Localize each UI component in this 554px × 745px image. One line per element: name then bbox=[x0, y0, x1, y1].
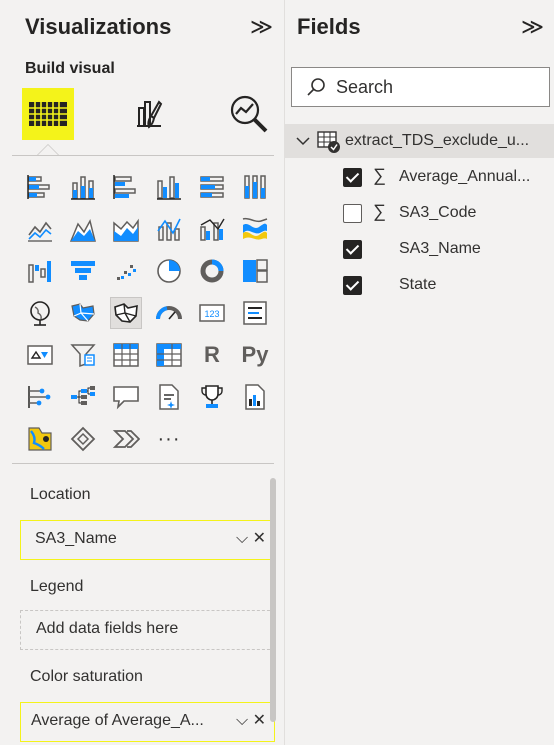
r-label: R bbox=[204, 342, 220, 367]
gauge-icon[interactable] bbox=[154, 298, 184, 328]
field-label: State bbox=[399, 276, 437, 293]
key-influencers-icon[interactable] bbox=[25, 382, 55, 412]
treemap-icon[interactable] bbox=[240, 256, 270, 286]
python-visual-icon[interactable]: Py bbox=[240, 340, 270, 370]
pie-chart-icon[interactable] bbox=[154, 256, 184, 286]
field-label: SA3_Name bbox=[399, 240, 481, 257]
field-item-sa3-name[interactable]: SA3_Name bbox=[285, 233, 554, 267]
map-globe-icon[interactable] bbox=[25, 298, 55, 328]
analytics-tab[interactable] bbox=[223, 88, 275, 140]
build-visual-grid-icon bbox=[29, 102, 67, 126]
color-saturation-well-label: Color saturation bbox=[30, 668, 143, 685]
power-automate-icon[interactable] bbox=[111, 424, 141, 454]
clustered-bar-chart-icon[interactable] bbox=[111, 172, 141, 202]
color-saturation-well[interactable]: Average of Average_A... ⌵ ✕ bbox=[20, 702, 275, 742]
field-checkbox-checked[interactable] bbox=[343, 240, 362, 259]
line-and-clustered-column-chart-icon[interactable] bbox=[197, 214, 227, 244]
sigma-icon: ∑ bbox=[373, 165, 386, 185]
search-placeholder: Search bbox=[336, 77, 394, 97]
table-name: extract_TDS_exclude_u... bbox=[345, 132, 530, 149]
format-visual-tab[interactable] bbox=[123, 88, 175, 140]
build-visual-tab[interactable] bbox=[22, 88, 74, 140]
visualizations-title: Visualizations bbox=[25, 14, 172, 39]
area-chart-icon[interactable] bbox=[68, 214, 98, 244]
slicer-icon[interactable] bbox=[68, 340, 98, 370]
decomposition-tree-icon[interactable] bbox=[68, 382, 98, 412]
funnel-chart-icon[interactable] bbox=[68, 256, 98, 286]
chevron-down-icon bbox=[296, 137, 310, 146]
filled-map-icon[interactable] bbox=[68, 298, 98, 328]
location-well-label: Location bbox=[30, 486, 91, 503]
py-label: Py bbox=[241, 342, 269, 367]
field-checkbox-unchecked[interactable] bbox=[343, 204, 362, 223]
line-chart-icon[interactable] bbox=[25, 214, 55, 244]
shape-map-icon[interactable] bbox=[110, 297, 142, 329]
tabs-divider bbox=[12, 155, 274, 156]
legend-well[interactable]: Add data fields here bbox=[20, 610, 275, 650]
field-checkbox-checked[interactable] bbox=[343, 168, 362, 187]
location-field-actions[interactable]: ⌵ ✕ bbox=[236, 528, 266, 548]
field-item-state[interactable]: State bbox=[285, 269, 554, 303]
visualizations-scrollbar[interactable] bbox=[270, 478, 276, 722]
more-visuals-icon[interactable]: ··· bbox=[154, 424, 184, 454]
qa-icon[interactable] bbox=[111, 382, 141, 412]
paginated-report-icon[interactable] bbox=[240, 382, 270, 412]
azure-map-icon[interactable] bbox=[25, 424, 55, 454]
field-label: SA3_Code bbox=[399, 204, 477, 221]
fields-pane: Fields ≫ Search extract_TDS_exclude_u...… bbox=[284, 0, 554, 745]
fields-search-box[interactable]: Search bbox=[291, 67, 550, 107]
color-saturation-field-actions[interactable]: ⌵ ✕ bbox=[236, 710, 266, 730]
waterfall-chart-icon[interactable] bbox=[25, 256, 55, 286]
scatter-chart-icon[interactable] bbox=[111, 256, 141, 286]
smart-narrative-icon[interactable] bbox=[154, 382, 184, 412]
field-wells: Location SA3_Name ⌵ ✕ Legend Add data fi… bbox=[12, 466, 275, 745]
legend-well-label: Legend bbox=[30, 578, 84, 595]
100-stacked-column-chart-icon[interactable] bbox=[240, 172, 270, 202]
analytics-magnifier-icon bbox=[230, 95, 268, 133]
r-script-visual-icon[interactable]: R bbox=[197, 340, 227, 370]
color-saturation-field-chip: Average of Average_A... bbox=[31, 712, 204, 729]
100-stacked-bar-chart-icon[interactable] bbox=[197, 172, 227, 202]
more-visuals-glyph: ··· bbox=[157, 427, 181, 450]
active-tab-caret bbox=[37, 144, 59, 155]
table-icon bbox=[317, 131, 340, 153]
power-apps-icon[interactable] bbox=[68, 424, 98, 454]
table-node-extract-tds[interactable]: extract_TDS_exclude_u... bbox=[285, 124, 554, 158]
collapse-fields-icon[interactable]: ≫ bbox=[521, 14, 544, 40]
field-label: Average_Annual... bbox=[399, 168, 531, 185]
stacked-column-chart-icon[interactable] bbox=[68, 172, 98, 202]
table-icon[interactable] bbox=[111, 340, 141, 370]
svg-text:123: 123 bbox=[204, 309, 219, 319]
line-and-column-chart-icon[interactable] bbox=[154, 214, 184, 244]
build-visual-label: Build visual bbox=[25, 60, 115, 77]
donut-chart-icon[interactable] bbox=[197, 256, 227, 286]
sigma-icon: ∑ bbox=[373, 201, 386, 221]
ribbon-chart-icon[interactable] bbox=[240, 214, 270, 244]
card-icon[interactable]: 123 bbox=[197, 298, 227, 328]
fields-wells-divider bbox=[12, 463, 274, 464]
search-icon bbox=[307, 78, 325, 96]
field-item-average-annual[interactable]: ∑ Average_Annual... bbox=[285, 161, 554, 195]
clustered-column-chart-icon[interactable] bbox=[154, 172, 184, 202]
goals-trophy-icon[interactable] bbox=[197, 382, 227, 412]
field-item-sa3-code[interactable]: ∑ SA3_Code bbox=[285, 197, 554, 231]
collapse-visualizations-icon[interactable]: ≫ bbox=[250, 14, 273, 40]
kpi-icon[interactable] bbox=[25, 340, 55, 370]
field-checkbox-checked[interactable] bbox=[343, 276, 362, 295]
fields-title: Fields bbox=[297, 14, 361, 39]
location-field-chip: SA3_Name bbox=[35, 530, 117, 547]
stacked-area-chart-icon[interactable] bbox=[111, 214, 141, 244]
visualizations-pane: Visualizations ≫ Build visual 123 R Py ·… bbox=[0, 0, 284, 745]
stacked-bar-chart-icon[interactable] bbox=[25, 172, 55, 202]
multi-row-card-icon[interactable] bbox=[240, 298, 270, 328]
legend-placeholder: Add data fields here bbox=[36, 620, 179, 637]
format-paintbrush-icon bbox=[137, 100, 163, 129]
location-well[interactable]: SA3_Name ⌵ ✕ bbox=[20, 520, 275, 560]
matrix-icon[interactable] bbox=[154, 340, 184, 370]
